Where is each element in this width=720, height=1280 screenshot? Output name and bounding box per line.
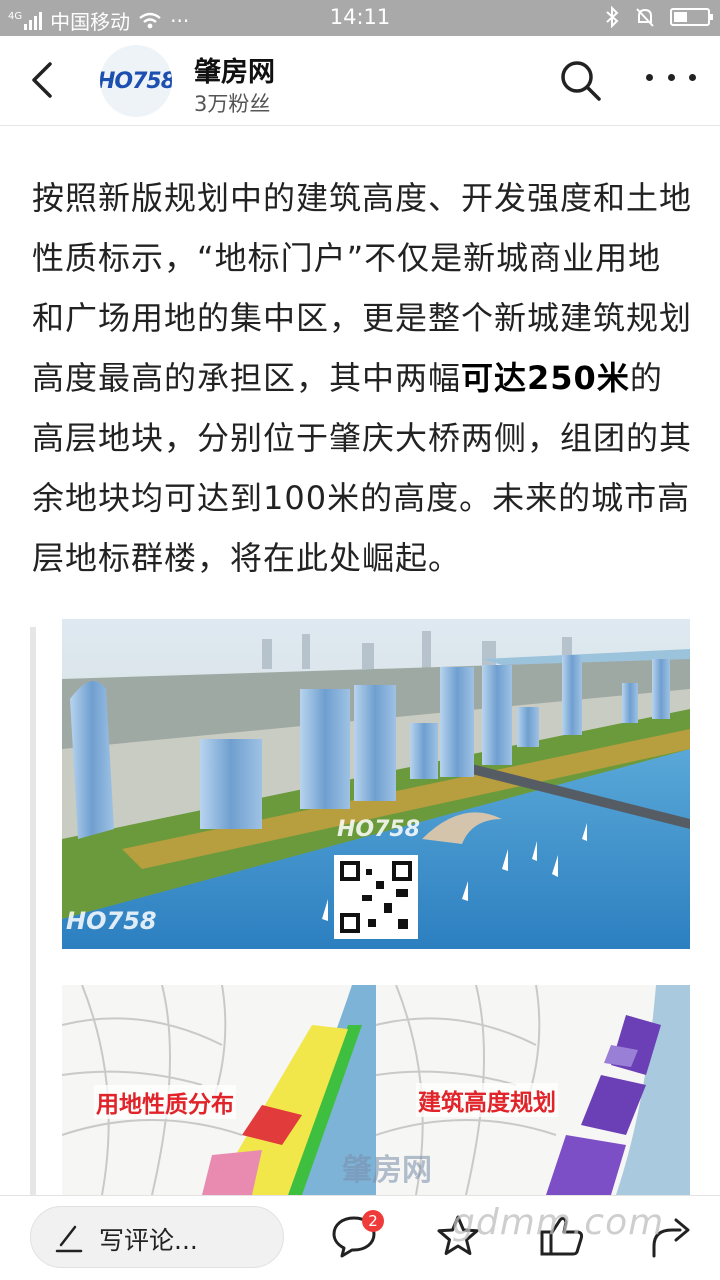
account-fans: 3万粉丝 <box>194 92 271 116</box>
aerial-rendering-drawing <box>62 619 690 949</box>
bluetooth-icon <box>606 6 619 28</box>
image-quote-bar <box>30 627 36 1207</box>
building-height-map-label: 建筑高度规划 <box>416 1083 558 1117</box>
battery-icon <box>670 8 713 26</box>
status-bar: 4G 中国移动 ··· 14:11 <box>0 0 720 36</box>
comment-count-badge: 2 <box>362 1210 384 1232</box>
site-watermark: gdmm.com <box>452 1202 665 1243</box>
account-name[interactable]: 肇房网 <box>194 50 275 89</box>
bottom-action-bar: 写评论... 2 gdmm.com <box>0 1195 720 1280</box>
aerial-rendering-image[interactable]: HO758 HO758 <box>62 619 690 949</box>
pen-icon <box>55 1225 83 1253</box>
comment-placeholder: 写评论... <box>99 1226 198 1255</box>
photo-watermark-corner: HO758 <box>66 907 157 935</box>
map-watermark: 肇房网 <box>342 1153 432 1188</box>
back-arrow-icon[interactable] <box>28 60 58 100</box>
more-options-icon[interactable] <box>646 62 696 92</box>
search-icon[interactable] <box>558 58 604 104</box>
mute-bell-icon <box>636 8 654 27</box>
planning-maps-image[interactable]: 用地性质分布 建筑高度规划 肇房网 <box>62 985 690 1195</box>
comment-input[interactable]: 写评论... <box>30 1206 284 1268</box>
article-header: HO758 肇房网 3万粉丝 <box>0 36 720 126</box>
land-use-map-label: 用地性质分布 <box>94 1085 236 1119</box>
land-use-map: 用地性质分布 <box>62 985 376 1195</box>
account-logo: HO758 <box>100 68 172 94</box>
article-highlight: 可达250米 <box>461 359 630 397</box>
article-body: 按照新版规划中的建筑高度、开发强度和土地性质标示，“地标门户”不仅是新城商业用地… <box>32 168 692 588</box>
photo-watermark-top: HO758 <box>337 817 421 842</box>
account-avatar[interactable]: HO758 <box>100 45 172 117</box>
